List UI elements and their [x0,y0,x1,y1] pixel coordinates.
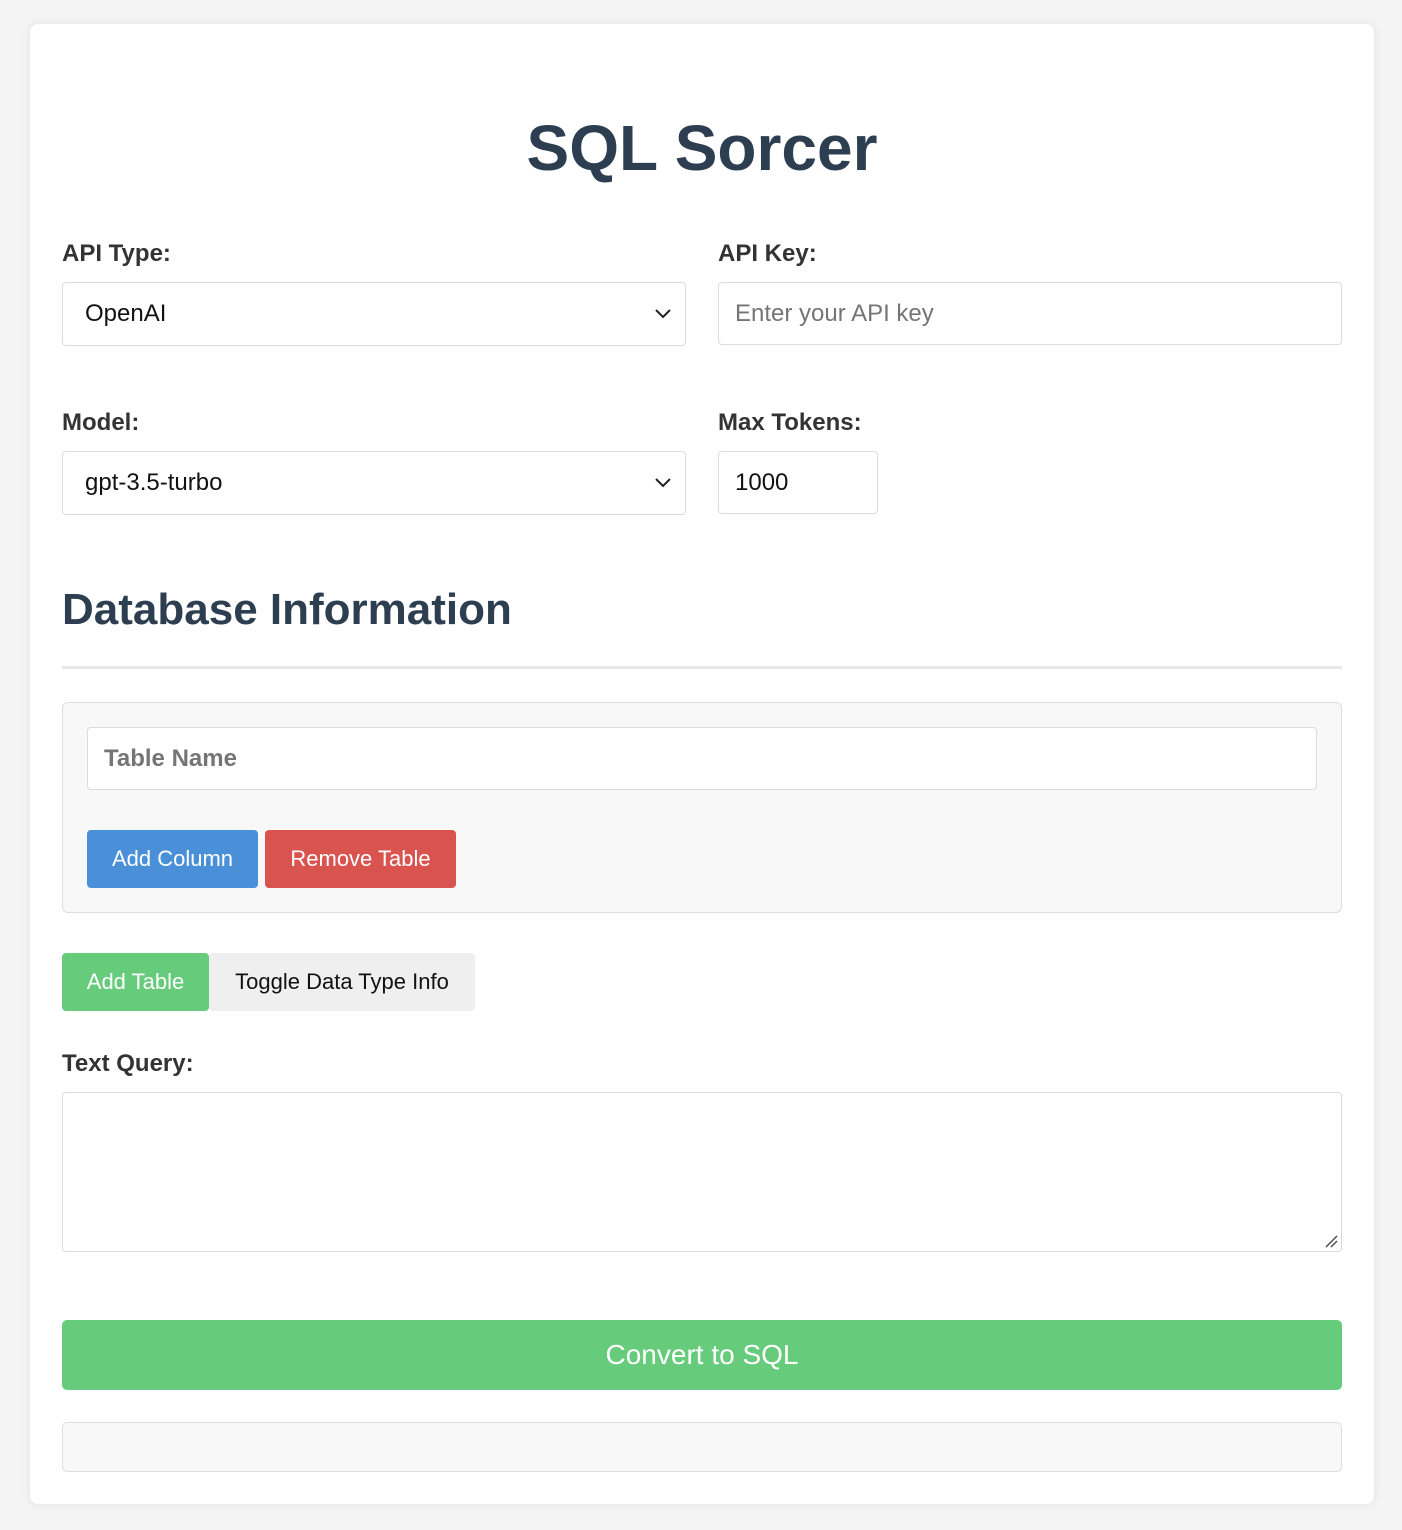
model-value: gpt-3.5-turbo [85,469,223,496]
api-key-input[interactable]: Enter your API key [718,282,1342,345]
chevron-down-icon [655,478,671,488]
section-divider [62,666,1342,669]
max-tokens-input[interactable]: 1000 [718,451,878,514]
api-type-select[interactable]: OpenAI [62,282,686,346]
chevron-down-icon [655,309,671,319]
convert-to-sql-button[interactable]: Convert to SQL [62,1320,1342,1390]
text-query-label: Text Query: [62,1050,194,1077]
table-name-input[interactable]: Table Name [87,727,1317,790]
main-card: SQL Sorcer API Type: OpenAI API Key: Ent… [30,24,1374,1504]
max-tokens-value: 1000 [735,468,789,496]
result-output [62,1422,1342,1472]
max-tokens-label: Max Tokens: [718,409,862,436]
add-table-button[interactable]: Add Table [62,953,209,1011]
model-select[interactable]: gpt-3.5-turbo [62,451,686,515]
database-section-title: Database Information [62,585,512,634]
remove-table-button[interactable]: Remove Table [265,830,456,888]
api-type-value: OpenAI [85,300,167,327]
api-type-label: API Type: [62,240,171,267]
toggle-data-type-info-button[interactable]: Toggle Data Type Info [209,953,475,1011]
text-query-textarea[interactable] [62,1092,1342,1252]
page-title: SQL Sorcer [526,112,878,184]
table-name-placeholder: Table Name [104,744,237,772]
table-card: Table Name Add Column Remove Table [62,702,1342,913]
api-key-placeholder: Enter your API key [735,299,934,327]
model-label: Model: [62,409,140,436]
add-column-button[interactable]: Add Column [87,830,258,888]
resize-grip-icon[interactable] [1324,1234,1338,1248]
api-key-label: API Key: [718,240,817,267]
